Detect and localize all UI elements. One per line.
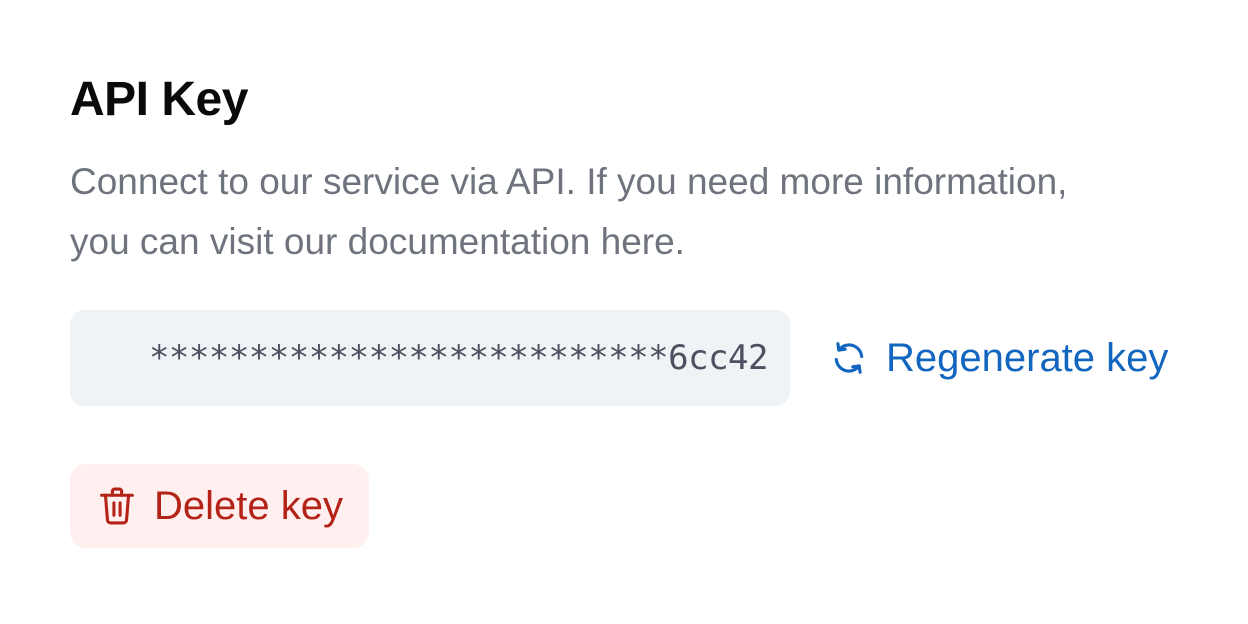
section-description: Connect to our service via API. If you n… <box>70 161 1068 262</box>
delete-key-label: Delete key <box>154 483 343 528</box>
regenerate-key-label: Regenerate key <box>886 335 1169 380</box>
api-key-section: API Key Connect to our service via API. … <box>70 70 1230 548</box>
api-key-field[interactable] <box>70 310 790 406</box>
trash-icon <box>98 486 136 526</box>
refresh-icon <box>830 339 868 377</box>
delete-key-button[interactable]: Delete key <box>70 464 369 548</box>
section-title: API Key <box>70 73 248 126</box>
api-key-row: Regenerate key <box>70 310 1230 406</box>
regenerate-key-button[interactable]: Regenerate key <box>830 336 1168 381</box>
